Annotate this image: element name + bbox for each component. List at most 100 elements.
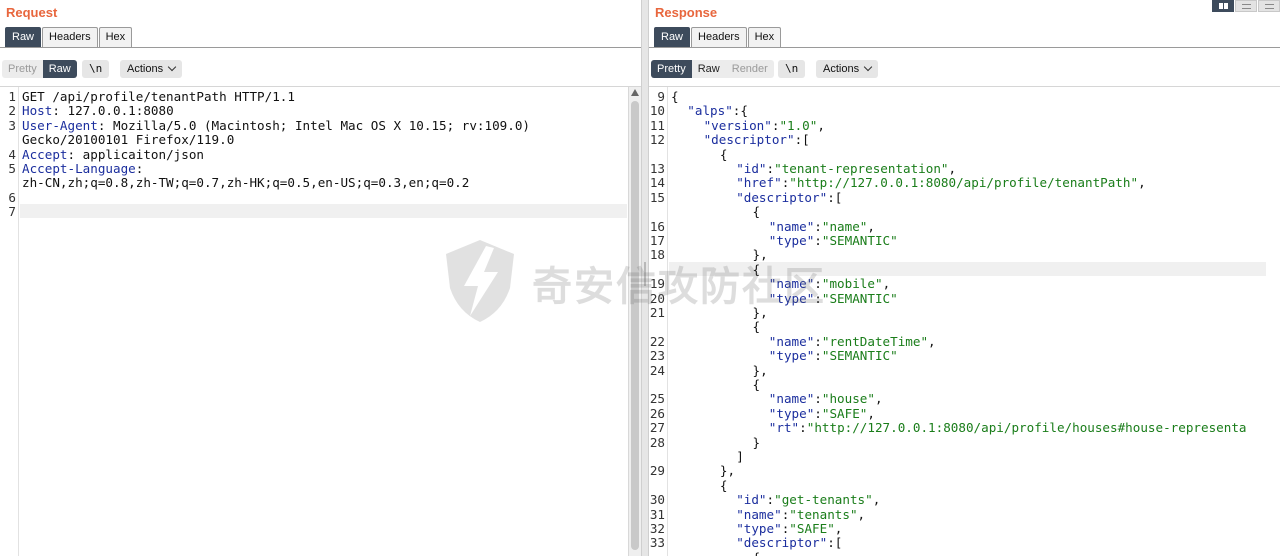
line-number: 12 <box>649 132 665 148</box>
request-actions-button[interactable]: Actions <box>120 60 183 78</box>
code-text: , <box>867 405 875 421</box>
code-key: "name" <box>768 333 815 349</box>
line-number: 19 <box>649 276 665 292</box>
code-key: "rt" <box>768 420 800 436</box>
response-render-toggle[interactable]: Render <box>726 60 774 78</box>
line-number: 18 <box>649 247 665 263</box>
code-line: "descriptor":[ <box>736 535 842 550</box>
code-text: : <box>814 290 822 306</box>
request-tab-raw[interactable]: Raw <box>5 27 42 47</box>
line-number: 23 <box>649 348 665 364</box>
line-number: 33 <box>649 535 665 551</box>
line-number: 16 <box>649 218 665 234</box>
line-number: 11 <box>649 117 665 133</box>
request-toolbar: Pretty Raw \n Actions <box>0 56 641 84</box>
code-text: : <box>766 161 775 176</box>
code-line: "version":"1.0", <box>704 118 825 133</box>
code-line: "type":"SEMANTIC" <box>769 348 898 363</box>
code-text: : <box>135 161 144 176</box>
code-string: "SEMANTIC" <box>821 348 898 364</box>
code-line: User-Agent: Mozilla/5.0 (Macintosh; Inte… <box>22 118 530 133</box>
line-number: 3 <box>8 117 16 133</box>
response-actions-button[interactable]: Actions <box>816 60 879 78</box>
response-tab-hex[interactable]: Hex <box>747 27 782 47</box>
code-string: "rentDateTime" <box>821 333 929 349</box>
code-line: Accept-Language: <box>22 161 143 176</box>
line-number: 20 <box>649 290 665 306</box>
layout-switcher <box>1211 0 1280 12</box>
line-number: 9 <box>657 89 665 104</box>
code-text: : <box>814 233 822 248</box>
request-tab-divider <box>0 47 641 48</box>
code-text: { <box>752 204 761 220</box>
line-number: 27 <box>649 420 665 436</box>
code-text: { <box>752 261 761 277</box>
code-line: } <box>753 435 761 450</box>
response-tab-headers[interactable]: Headers <box>691 27 747 47</box>
response-tab-raw[interactable]: Raw <box>654 27 691 47</box>
code-line: "descriptor":[ <box>704 132 810 147</box>
code-line: "type":"SAFE", <box>736 521 842 536</box>
code-line: GET /api/profile/tenantPath HTTP/1.1 <box>22 89 295 104</box>
code-text: :[ <box>827 535 843 551</box>
code-string: "get-tenants" <box>774 492 873 508</box>
code-text: , <box>948 161 957 176</box>
chevron-down-icon <box>167 62 177 72</box>
response-editor[interactable]: 9{10 "alps":{11 "version":"1.0", 12 "descrip… <box>649 86 1280 556</box>
code-line: "name":"mobile", <box>769 276 890 291</box>
code-line: "type":"SAFE", <box>769 406 875 421</box>
code-text: : <box>814 333 822 349</box>
line-number: 29 <box>649 463 665 479</box>
request-scrollbar[interactable] <box>628 87 641 556</box>
split-columns-icon[interactable] <box>1212 0 1234 12</box>
code-string: "house" <box>821 391 875 407</box>
code-text: { <box>752 319 761 335</box>
code-text: { <box>719 146 728 162</box>
split-rows-icon[interactable] <box>1235 0 1257 12</box>
line-number: 25 <box>649 391 665 407</box>
request-tab-headers[interactable]: Headers <box>42 27 98 47</box>
code-key: "name" <box>768 276 815 292</box>
code-text: }, <box>719 463 736 479</box>
request-scroll-thumb[interactable] <box>631 101 639 550</box>
request-editor[interactable]: 1 GET /api/profile/tenantPath HTTP/1.1 2 Ho… <box>0 86 641 556</box>
code-text: , <box>817 117 825 133</box>
line-number: 22 <box>649 333 665 349</box>
scroll-up-icon[interactable] <box>631 89 639 96</box>
code-string: "http://127.0.0.1:8080/api/profile/house… <box>806 420 1247 436</box>
code-text: }, <box>752 305 768 320</box>
code-line: ] <box>736 449 744 464</box>
code-text: : <box>766 492 775 508</box>
code-line: { <box>753 377 761 392</box>
request-view-toggle: Pretty Raw <box>2 60 77 78</box>
response-newline-button[interactable]: \n <box>778 60 806 78</box>
code-line: "name":"name", <box>769 219 875 234</box>
code-string: "mobile" <box>821 276 883 292</box>
code-key: "type" <box>768 348 815 364</box>
code-string: "1.0" <box>779 117 818 133</box>
pane-divider[interactable] <box>641 0 649 556</box>
line-number: 28 <box>649 434 665 450</box>
code-line: "descriptor":[ <box>736 190 842 205</box>
tabs-layout-icon[interactable] <box>1258 0 1280 12</box>
code-line: zh-CN,zh;q=0.8,zh-TW;q=0.7,zh-HK;q=0.5,e… <box>22 175 469 190</box>
divider-grip-icon[interactable] <box>644 262 646 286</box>
response-raw-toggle[interactable]: Raw <box>692 60 726 78</box>
code-string: "tenant-representation" <box>774 161 949 176</box>
response-gutter <box>649 87 668 556</box>
code-text: { <box>752 377 761 392</box>
request-tab-hex[interactable]: Hex <box>98 27 133 47</box>
code-key: "href" <box>736 175 782 191</box>
code-string: "http://127.0.0.1:8080/api/profile/tenan… <box>789 175 1139 191</box>
code-line: "name":"house", <box>769 391 883 406</box>
code-line: }, <box>753 305 768 320</box>
code-key: "type" <box>768 233 815 248</box>
request-newline-button[interactable]: \n <box>82 60 110 78</box>
request-pretty-toggle[interactable]: Pretty <box>2 60 43 78</box>
request-title: Request <box>6 5 58 20</box>
response-pretty-toggle[interactable]: Pretty <box>651 60 692 78</box>
code-line: { <box>753 262 761 277</box>
code-text: { <box>719 477 728 493</box>
request-raw-toggle[interactable]: Raw <box>42 60 77 78</box>
code-line: "id":"tenant-representation", <box>736 161 956 176</box>
